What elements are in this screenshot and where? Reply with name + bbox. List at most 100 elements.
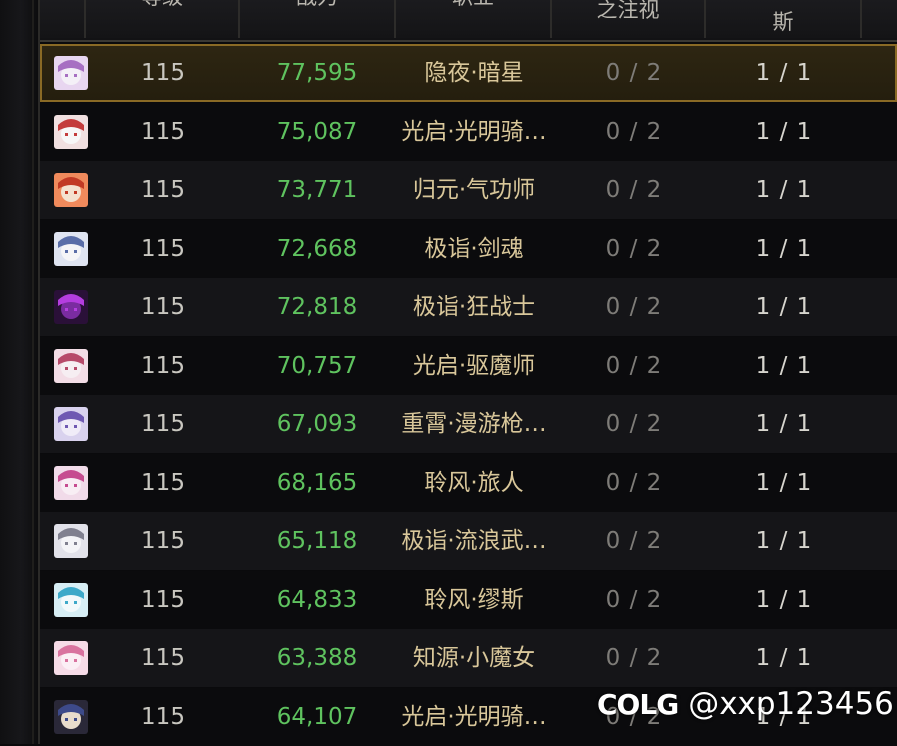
progress-a-cell: 0 / 2: [605, 469, 663, 496]
progress-a-cell: 0 / 2: [605, 60, 663, 86]
header-level[interactable]: 等级: [86, 0, 240, 38]
avatar-cell: [46, 103, 90, 161]
job-cell: 极诣·流浪武…: [401, 528, 547, 554]
progress-a-cell: 0 / 2: [605, 177, 663, 203]
table-row[interactable]: 115 72,818 极诣·狂战士 0 / 2 1 / 1: [40, 278, 897, 336]
power-cell: 63,388: [276, 645, 358, 671]
progress-a-cell: 0 / 2: [605, 235, 663, 262]
muse-portrait-icon: [54, 582, 88, 617]
knight-portrait-icon: [54, 114, 88, 149]
progress-b-cell: 1 / 1: [755, 469, 813, 496]
berserker-female-portrait-icon: [54, 56, 88, 90]
avatar-cell: [46, 454, 90, 512]
job-cell: 重霄·漫游枪…: [401, 411, 547, 437]
table-row[interactable]: 115 75,087 光启·光明骑… 0 / 2 1 / 1: [40, 102, 897, 161]
berserker-weapon-icon: [54, 290, 88, 324]
avatar-cell: [46, 337, 90, 395]
job-cell: 极诣·剑魂: [424, 235, 524, 262]
power-cell: 72,818: [276, 294, 358, 320]
power-cell: 72,668: [276, 235, 358, 262]
power-cell: 64,833: [276, 586, 358, 613]
avatar-cell: [46, 161, 90, 219]
table-row[interactable]: 115 64,833 聆风·缪斯 0 / 2 1 / 1: [40, 570, 897, 629]
progress-a-cell: 0 / 2: [605, 586, 663, 613]
paladin-portrait-icon: [54, 699, 88, 734]
table-row[interactable]: 115 67,093 重霄·漫游枪… 0 / 2 1 / 1: [40, 395, 897, 453]
level-cell: 115: [141, 528, 185, 554]
character-table: 等级 战力 职业 之注视 斯 11577,595隐夜·暗星0 / 21 / 11…: [40, 0, 897, 746]
progress-a-cell: 0 / 2: [605, 294, 663, 320]
table-row[interactable]: 115 70,757 光启·驱魔师 0 / 2 1 / 1: [40, 336, 897, 395]
level-cell: 115: [141, 177, 185, 203]
progress-a-cell: 0 / 2: [605, 352, 663, 379]
job-cell: 聆风·旅人: [424, 469, 524, 496]
table-row[interactable]: 115 63,388 知源·小魔女 0 / 2 1 / 1: [40, 629, 897, 687]
table-row[interactable]: 115 72,668 极诣·剑魂 0 / 2 1 / 1: [40, 219, 897, 278]
power-cell: 70,757: [276, 352, 358, 379]
header-job[interactable]: 职业: [396, 0, 552, 38]
level-cell: 115: [141, 411, 185, 437]
slayer-portrait-icon: [54, 231, 88, 266]
progress-b-cell: 1 / 1: [755, 352, 813, 379]
progress-b-cell: 1 / 1: [755, 60, 813, 86]
progress-a-cell: 0 / 2: [605, 118, 663, 145]
table-header: 等级 战力 职业 之注视 斯: [40, 0, 897, 42]
progress-b-cell: 1 / 1: [755, 294, 813, 320]
power-cell: 77,595: [276, 60, 358, 86]
power-cell: 68,165: [276, 469, 358, 496]
level-cell: 115: [141, 469, 185, 496]
progress-b-cell: 1 / 1: [755, 586, 813, 613]
power-cell: 75,087: [276, 118, 358, 145]
header-power[interactable]: 战力: [240, 0, 396, 38]
progress-b-cell: 1 / 1: [755, 118, 813, 145]
progress-a-cell: 0 / 2: [605, 528, 663, 554]
watermark: COLG @xxp123456: [597, 684, 894, 724]
gunner-portrait-icon: [54, 407, 88, 441]
job-cell: 光启·光明骑…: [401, 118, 547, 145]
avatar-cell: [46, 278, 90, 336]
header-col-b[interactable]: 斯: [706, 0, 862, 38]
level-cell: 115: [141, 60, 185, 86]
job-cell: 聆风·缪斯: [424, 586, 524, 613]
avatar-cell: [46, 44, 90, 102]
left-window-frame: [0, 0, 40, 744]
level-cell: 115: [141, 586, 185, 613]
header-avatar-cell: [40, 0, 86, 38]
watermark-handle: @xxp123456: [688, 686, 894, 722]
table-row[interactable]: 115 68,165 聆风·旅人 0 / 2 1 / 1: [40, 453, 897, 512]
power-cell: 64,107: [276, 703, 358, 730]
header-col-a[interactable]: 之注视: [552, 0, 706, 38]
progress-b-cell: 1 / 1: [755, 235, 813, 262]
job-cell: 光启·光明骑…: [401, 703, 547, 730]
level-cell: 115: [141, 645, 185, 671]
fighter-portrait-icon: [54, 173, 88, 207]
level-cell: 115: [141, 352, 185, 379]
power-cell: 65,118: [276, 528, 358, 554]
avatar-cell: [46, 629, 90, 687]
vagabond-portrait-icon: [54, 524, 88, 558]
job-cell: 光启·驱魔师: [412, 352, 536, 379]
power-cell: 73,771: [276, 177, 358, 203]
level-cell: 115: [141, 235, 185, 262]
level-cell: 115: [141, 118, 185, 145]
table-row[interactable]: 115 65,118 极诣·流浪武… 0 / 2 1 / 1: [40, 512, 897, 570]
avatar-cell: [46, 571, 90, 629]
progress-b-cell: 1 / 1: [755, 528, 813, 554]
job-cell: 极诣·狂战士: [412, 294, 536, 320]
witch-portrait-icon: [54, 641, 88, 675]
level-cell: 115: [141, 294, 185, 320]
power-cell: 67,093: [276, 411, 358, 437]
job-cell: 隐夜·暗星: [424, 60, 524, 86]
avatar-cell: [46, 220, 90, 278]
table-row[interactable]: 115 73,771 归元·气功师 0 / 2 1 / 1: [40, 161, 897, 219]
table-row[interactable]: 115 77,595 隐夜·暗星 0 / 2 1 / 1: [40, 44, 897, 102]
watermark-logo: COLG: [597, 688, 679, 721]
progress-a-cell: 0 / 2: [605, 411, 663, 437]
header-col-c: [862, 0, 897, 38]
exorcist-portrait-icon: [54, 348, 88, 383]
avatar-cell: [46, 688, 90, 746]
traveler-portrait-icon: [54, 465, 88, 500]
avatar-cell: [46, 395, 90, 453]
avatar-cell: [46, 512, 90, 570]
job-cell: 归元·气功师: [412, 177, 536, 203]
